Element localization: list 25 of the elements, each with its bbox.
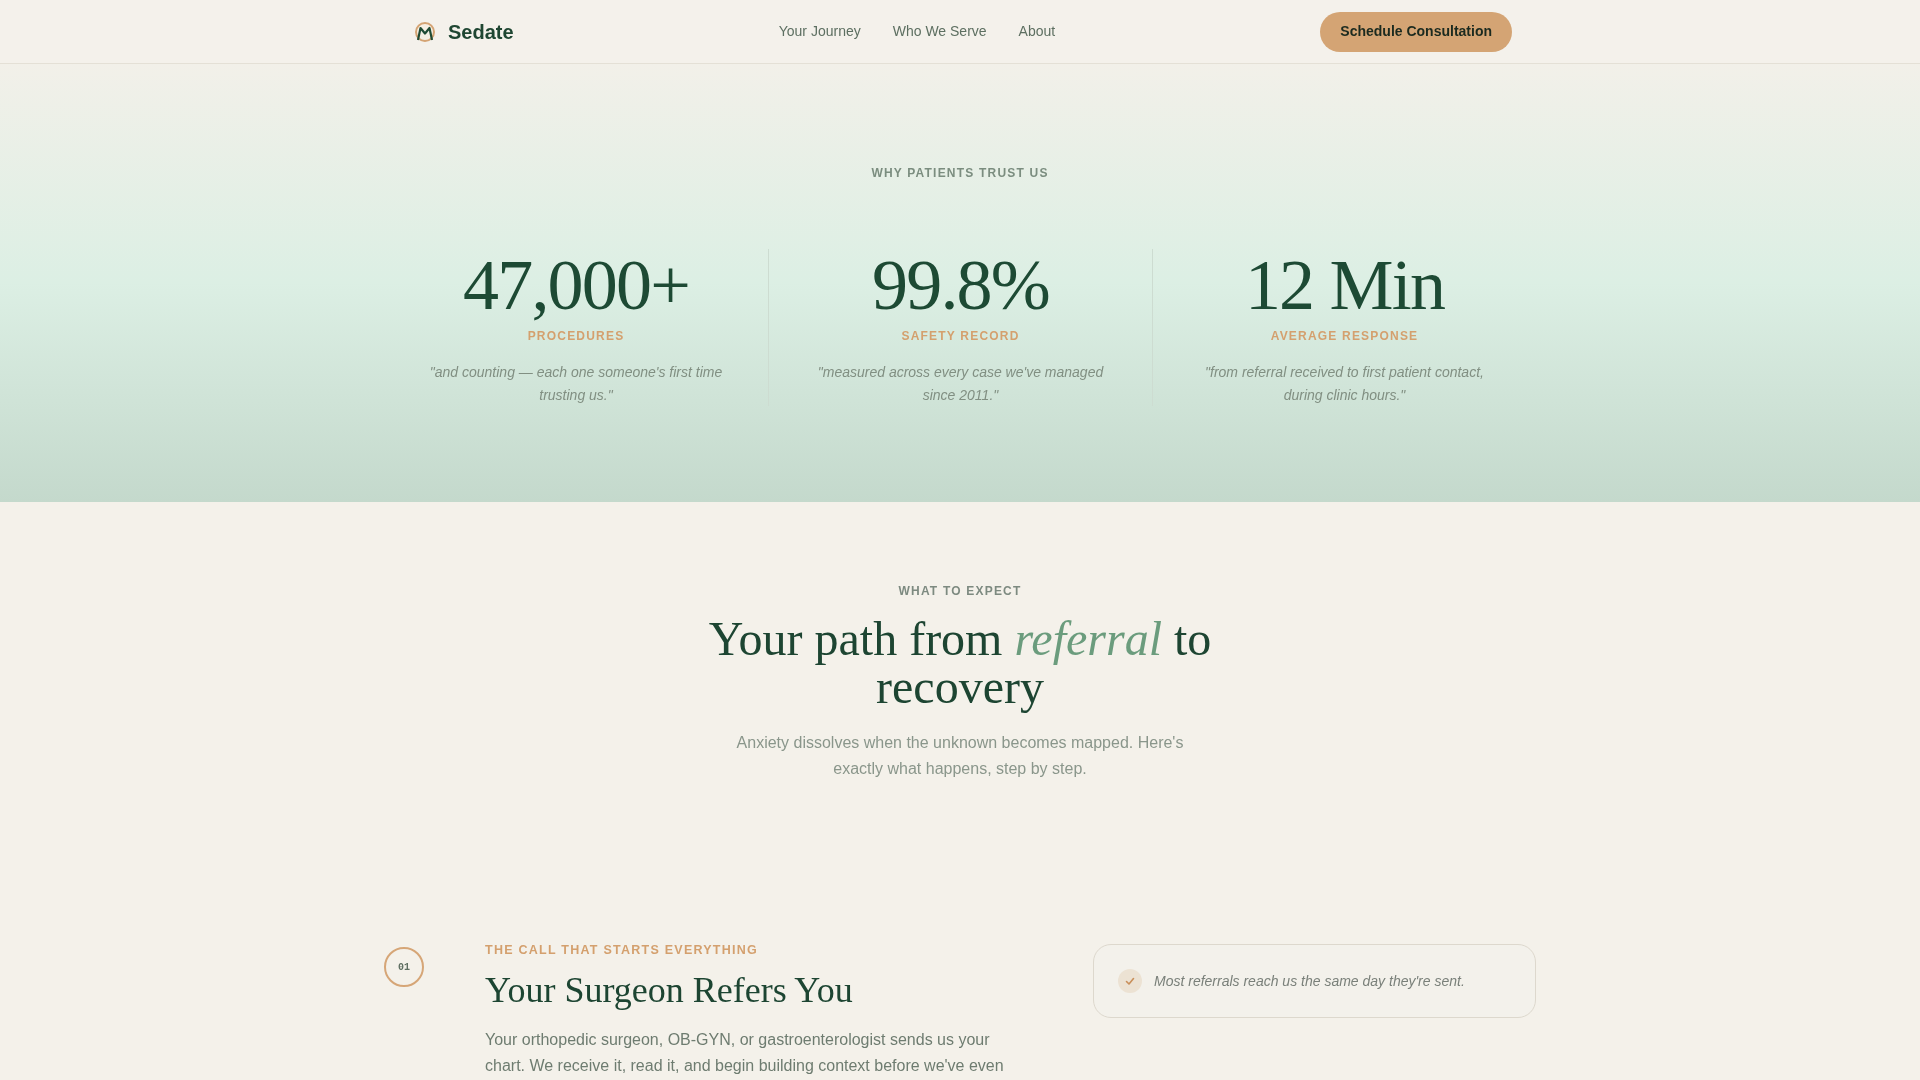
step-label: THE CALL THAT STARTS EVERYTHING <box>485 942 759 958</box>
stat-label: PROCEDURES <box>527 328 625 344</box>
note-text: Most referrals reach us the same day they're sent. <box>1154 971 1465 991</box>
nav-link[interactable]: About <box>1018 21 1056 42</box>
stat-quote: "measured across every case we've managed since 2011." <box>816 363 1105 405</box>
brand-name: Sedate <box>448 19 514 45</box>
stat-value: 99.8% <box>872 249 1049 321</box>
step-number: 01 <box>384 947 424 987</box>
stat-quote: "and counting — each one someone's first time trusting us." <box>428 363 724 405</box>
step-title: Your Surgeon Refers You <box>485 970 854 1010</box>
stat-value: 47,000+ <box>463 249 689 321</box>
stat-label: SAFETY RECORD <box>901 328 1020 344</box>
step-description: Your orthopedic surgeon, OB-GYN, or gastroenterologist sends us your chart. We receive it, read it, and begin building context before we've even <box>485 1030 1005 1076</box>
nav-link[interactable]: Who We Serve <box>892 21 987 42</box>
stat-quote: "from referral received to first patient contact, during clinic hours." <box>1204 363 1485 405</box>
intro-text: Anxiety dissolves when the unknown becomes mapped. Here's exactly what happens, step by step. <box>735 733 1185 779</box>
section-label: WHAT TO EXPECT <box>898 583 1022 599</box>
logo-icon <box>414 20 436 43</box>
consultation-button[interactable]: Schedule Consultation <box>1320 11 1512 52</box>
nav-link[interactable]: Your Journey <box>778 21 861 42</box>
section-label: WHY PATIENTS TRUST US <box>871 165 1049 181</box>
section-heading: Your path from referral to recovery <box>707 615 1213 711</box>
stat-value: 12 Min <box>1244 249 1445 321</box>
stat-label: AVERAGE RESPONSE <box>1270 328 1419 344</box>
check-icon <box>1118 969 1142 993</box>
